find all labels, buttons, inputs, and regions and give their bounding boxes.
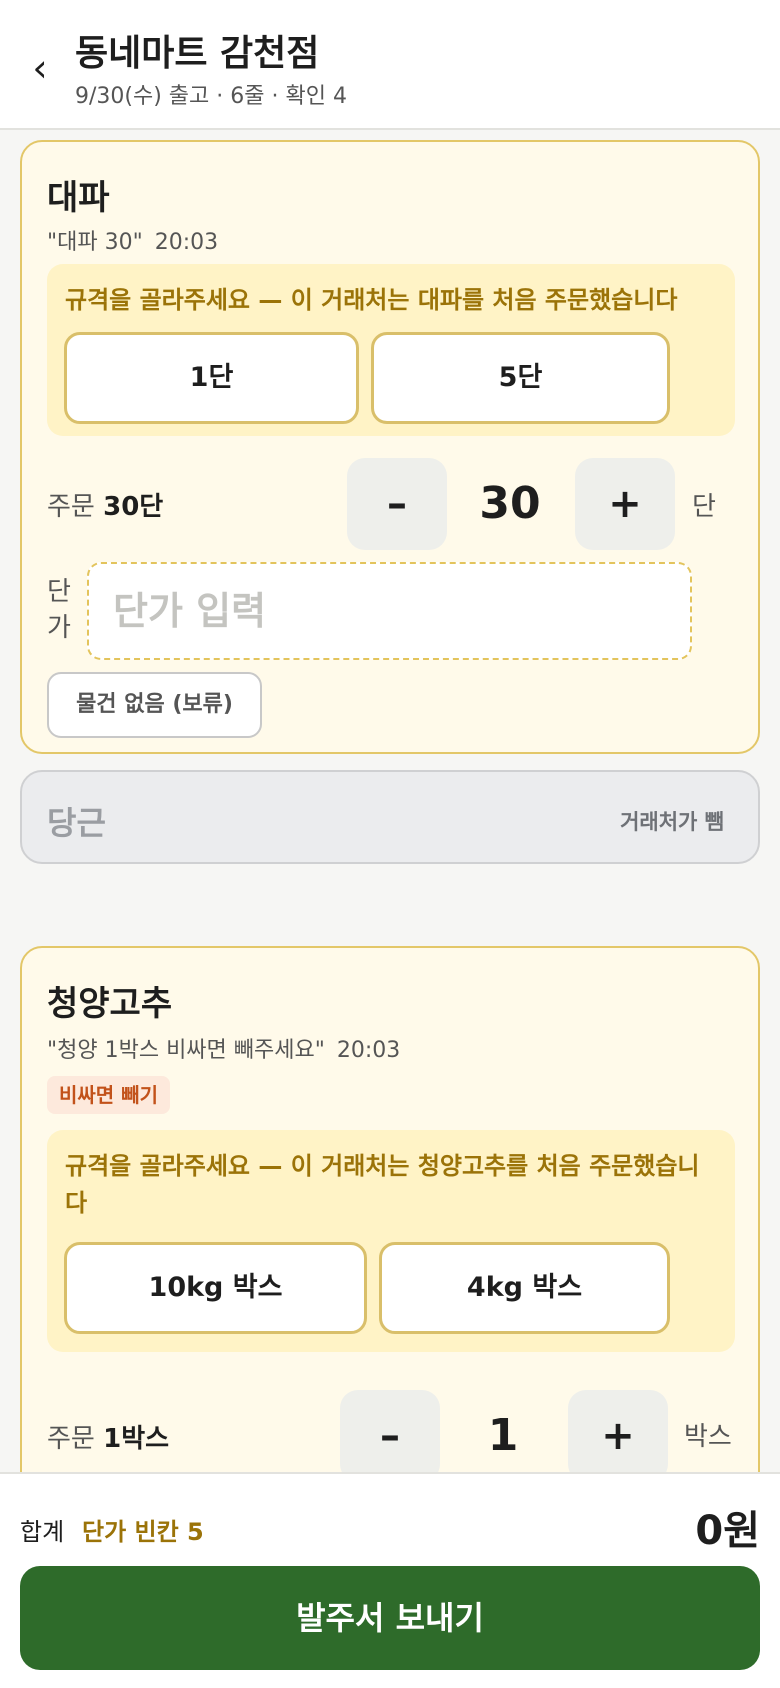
spec-option-button[interactable]: 4kg 박스 — [379, 1242, 670, 1334]
unit-price-input[interactable] — [87, 562, 692, 660]
blank-price-count: 단가 빈칸 5 — [82, 1518, 204, 1546]
order-quantity-text: 30단 — [103, 492, 164, 522]
item-original-message: "대파 30" 20:03 — [47, 224, 218, 256]
minus-icon: – — [387, 481, 407, 527]
page-title: 동네마트 감천점 — [75, 33, 320, 74]
send-order-button[interactable]: 발주서 보내기 — [20, 1566, 760, 1670]
item-name: 대파 — [47, 178, 110, 218]
increase-quantity-button[interactable]: + — [575, 458, 675, 550]
message-text: "대파 30" — [47, 230, 143, 255]
item-name: 당근 — [47, 804, 106, 842]
plus-icon: + — [601, 1413, 635, 1459]
spec-option-button[interactable]: 5단 — [371, 332, 670, 424]
out-of-stock-hold-button[interactable]: 물건 없음 (보류) — [47, 672, 262, 738]
total-amount: 0원 — [695, 1508, 760, 1554]
order-quantity-text: 1박스 — [103, 1424, 170, 1454]
message-time: 20:03 — [336, 1038, 401, 1063]
item-name: 청양고추 — [47, 984, 173, 1024]
order-review-screen: ‹ 동네마트 감천점 9/30(수) 출고 · 6줄 · 확인 4 대파 "대파… — [0, 0, 780, 1688]
minus-icon: – — [380, 1413, 400, 1459]
quantity-unit: 박스 — [684, 1422, 732, 1452]
unit-price-label: 단가 — [47, 577, 71, 643]
increase-quantity-button[interactable]: + — [568, 1390, 668, 1472]
order-quantity-label: 주문 30단 — [47, 492, 164, 522]
quantity-unit: 단 — [692, 492, 716, 522]
page-subtitle: 9/30(수) 출고 · 6줄 · 확인 4 — [75, 84, 347, 109]
spec-notice-text: 규격을 골라주세요 — 이 거래처는 청양고추를 처음 주문했습니다 — [65, 1152, 700, 1217]
total-label: 합계 — [20, 1518, 65, 1546]
quantity-value: 30 — [479, 478, 541, 529]
spec-option-button[interactable]: 10kg 박스 — [64, 1242, 367, 1334]
back-button[interactable]: ‹ — [22, 46, 58, 92]
order-footer: 합계 단가 빈칸 5 0원 발주서 보내기 — [0, 1472, 780, 1688]
spec-notice-text: 규격을 골라주세요 — 이 거래처는 대파를 처음 주문했습니다 — [65, 286, 678, 314]
quantity-value: 1 — [487, 1410, 519, 1461]
message-text: "청양 1박스 비싸면 빼주세요" — [47, 1038, 325, 1063]
spec-select-notice: 규격을 골라주세요 — 이 거래처는 대파를 처음 주문했습니다 1단 5단 — [47, 264, 735, 436]
header: ‹ 동네마트 감천점 9/30(수) 출고 · 6줄 · 확인 4 — [0, 0, 780, 130]
condition-badge: 비싸면 빼기 — [47, 1076, 170, 1114]
order-item-list[interactable]: 대파 "대파 30" 20:03 규격을 골라주세요 — 이 거래처는 대파를 처… — [0, 130, 780, 1472]
order-quantity-label: 주문 1박스 — [47, 1424, 170, 1454]
message-time: 20:03 — [154, 230, 219, 255]
spec-option-button[interactable]: 1단 — [64, 332, 359, 424]
decrease-quantity-button[interactable]: – — [340, 1390, 440, 1472]
order-item-card: 대파 "대파 30" 20:03 규격을 골라주세요 — 이 거래처는 대파를 처… — [20, 140, 760, 754]
chevron-left-icon: ‹ — [32, 46, 48, 90]
plus-icon: + — [608, 481, 642, 527]
spec-select-notice: 규격을 골라주세요 — 이 거래처는 청양고추를 처음 주문했습니다 10kg … — [47, 1130, 735, 1352]
order-item-card: 청양고추 "청양 1박스 비싸면 빼주세요" 20:03 비싸면 빼기 규격을 골… — [20, 946, 760, 1472]
decrease-quantity-button[interactable]: – — [347, 458, 447, 550]
excluded-item-card: 당근 거래처가 뺌 — [20, 770, 760, 864]
item-original-message: "청양 1박스 비싸면 빼주세요" 20:03 — [47, 1032, 400, 1064]
excluded-status-tag: 거래처가 뺌 — [620, 810, 724, 834]
